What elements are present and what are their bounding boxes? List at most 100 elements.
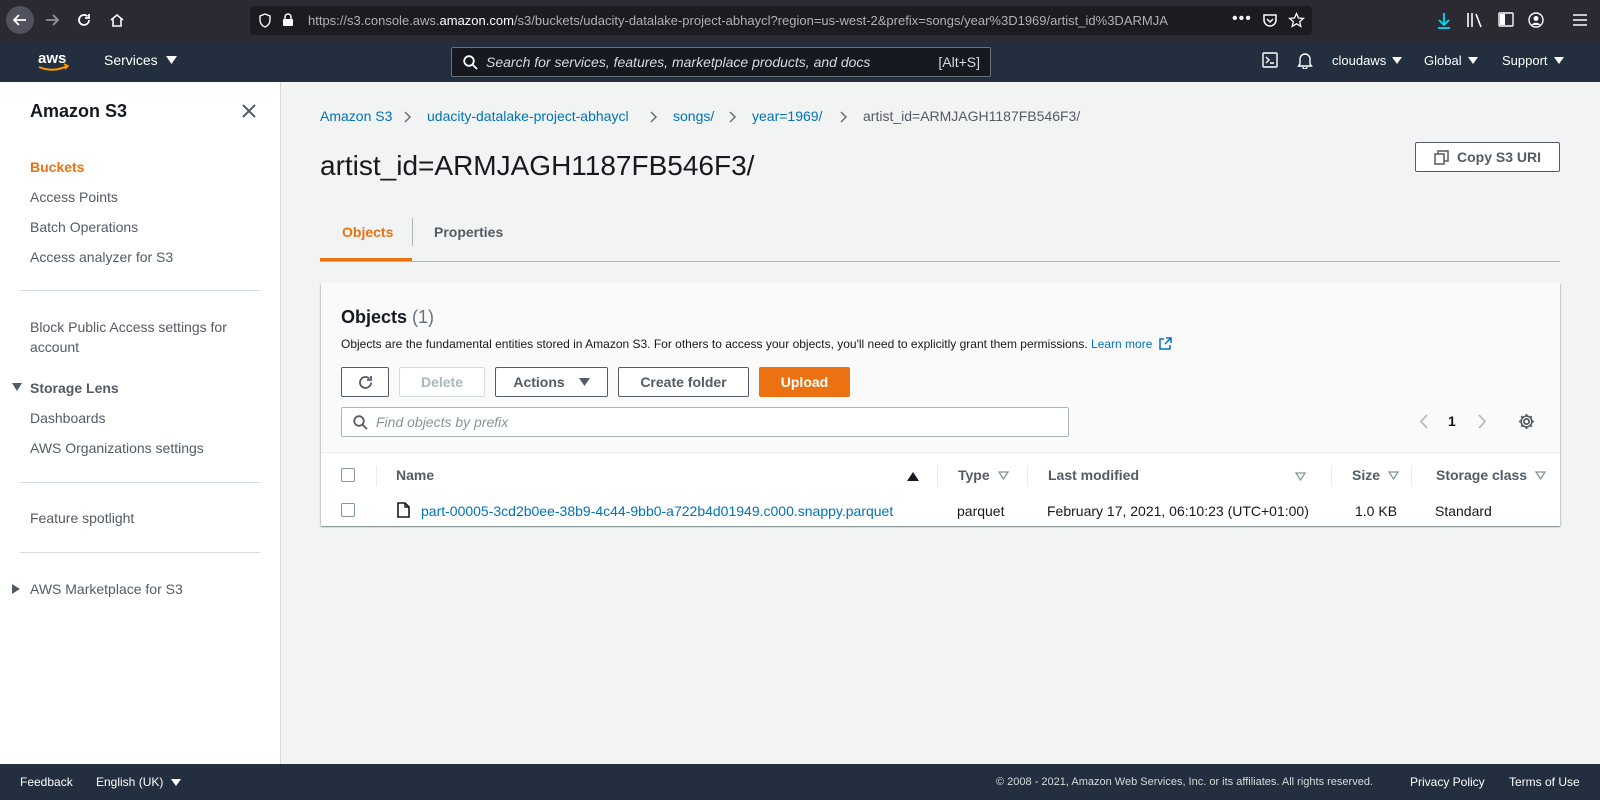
home-icon[interactable] — [103, 6, 131, 34]
svg-text:aws: aws — [38, 50, 66, 67]
sidebar-item-batch-operations[interactable]: Batch Operations — [30, 217, 138, 237]
column-header-last-modified[interactable]: Last modified — [1048, 467, 1139, 483]
next-page-icon[interactable] — [1478, 414, 1487, 429]
select-all-checkbox[interactable] — [341, 468, 355, 482]
sort-icon[interactable] — [1295, 472, 1306, 481]
sidebar-item-access-points[interactable]: Access Points — [30, 187, 118, 207]
object-storage-class: Standard — [1435, 503, 1492, 519]
back-icon[interactable] — [6, 6, 34, 34]
sidebar-item-buckets[interactable]: Buckets — [30, 157, 84, 177]
region-menu[interactable]: Global — [1424, 53, 1478, 68]
upload-button[interactable]: Upload — [759, 367, 850, 397]
sidebar-section-storage-lens[interactable]: Storage Lens — [30, 378, 119, 398]
tab-objects[interactable]: Objects — [342, 224, 393, 240]
row-checkbox[interactable] — [341, 503, 355, 517]
feedback-link[interactable]: Feedback — [20, 775, 73, 789]
account-icon[interactable] — [1528, 12, 1544, 28]
caret-down-icon — [1467, 57, 1478, 64]
settings-gear-icon[interactable] — [1518, 413, 1535, 430]
block-public-access-line2: account — [30, 339, 80, 355]
support-menu[interactable]: Support — [1502, 53, 1564, 68]
delete-button[interactable]: Delete — [399, 367, 485, 397]
breadcrumb-item[interactable]: year=1969/ — [752, 108, 822, 124]
copyright-text: © 2008 - 2021, Amazon Web Services, Inc.… — [996, 776, 1373, 788]
sort-icon — [997, 470, 1009, 480]
actions-label: Actions — [513, 374, 565, 390]
prev-page-icon[interactable] — [1419, 414, 1428, 429]
object-size: 1.0 KB — [1355, 503, 1398, 519]
url-bar[interactable]: https://s3.console.aws.amazon.com/s3/buc… — [250, 6, 1312, 35]
refresh-icon — [357, 374, 374, 391]
pocket-icon[interactable] — [1262, 13, 1278, 28]
column-header-type[interactable]: Type — [958, 467, 1009, 483]
refresh-button[interactable] — [341, 367, 389, 397]
caret-down-icon — [1553, 57, 1564, 64]
column-divider — [1411, 466, 1412, 486]
sidebar-item-block-public-access[interactable]: Block Public Access settings for account — [30, 317, 227, 357]
bookmark-star-icon[interactable] — [1288, 12, 1305, 29]
column-header-name[interactable]: Name — [396, 467, 434, 483]
breadcrumb-item[interactable]: Amazon S3 — [320, 108, 392, 124]
caret-expanded-icon[interactable] — [12, 383, 22, 391]
more-icon[interactable]: ••• — [1232, 10, 1252, 28]
account-menu[interactable]: cloudaws — [1332, 53, 1403, 68]
sidebar-toggle-icon[interactable] — [1498, 12, 1514, 27]
sidebar-item-marketplace[interactable]: AWS Marketplace for S3 — [30, 579, 183, 599]
search-icon — [353, 415, 368, 430]
cloudshell-icon[interactable] — [1262, 52, 1278, 68]
global-search-input[interactable]: Search for services, features, marketpla… — [451, 47, 991, 77]
tab-properties[interactable]: Properties — [434, 224, 503, 240]
privacy-policy-link[interactable]: Privacy Policy — [1410, 775, 1485, 789]
objects-count: (1) — [412, 307, 435, 327]
language-selector[interactable]: English (UK) — [96, 775, 182, 789]
terms-of-use-link[interactable]: Terms of Use — [1509, 775, 1580, 789]
sidebar-item-feature-spotlight[interactable]: Feature spotlight — [30, 508, 134, 528]
column-divider — [1027, 466, 1028, 486]
copy-icon — [1434, 149, 1449, 165]
breadcrumb-item[interactable]: udacity-datalake-project-abhaycl — [427, 108, 629, 124]
search-icon — [463, 55, 478, 70]
menu-icon[interactable] — [1572, 13, 1588, 27]
sort-ascending-icon[interactable] — [907, 472, 919, 481]
page-number[interactable]: 1 — [1448, 413, 1456, 429]
column-storage-class-label: Storage class — [1436, 467, 1528, 483]
download-icon[interactable] — [1436, 12, 1452, 30]
url-prefix: https://s3.console.aws. — [308, 13, 440, 28]
create-folder-button[interactable]: Create folder — [618, 367, 749, 397]
column-header-size[interactable]: Size — [1352, 467, 1400, 483]
reload-icon[interactable] — [70, 6, 98, 34]
copy-s3-uri-button[interactable]: Copy S3 URI — [1415, 142, 1560, 172]
url-path: /s3/buckets/udacity-datalake-project-abh… — [513, 13, 1168, 28]
learn-more-link[interactable]: Learn more — [1091, 337, 1152, 351]
services-menu-button[interactable]: Services — [104, 52, 177, 68]
actions-button[interactable]: Actions — [495, 367, 608, 397]
library-icon[interactable] — [1466, 12, 1484, 28]
lock-icon[interactable] — [282, 13, 294, 27]
close-icon[interactable] — [242, 104, 256, 118]
breadcrumb-item[interactable]: songs/ — [673, 108, 714, 124]
objects-description: Objects are the fundamental entities sto… — [341, 337, 1172, 351]
objects-description-text: Objects are the fundamental entities sto… — [341, 337, 1088, 351]
find-objects-input[interactable]: Find objects by prefix — [341, 407, 1069, 437]
forward-icon[interactable] — [38, 6, 66, 34]
objects-heading-label: Objects — [341, 307, 408, 327]
column-last-modified-label: Last modified — [1048, 467, 1140, 483]
sidebar-item-access-analyzer[interactable]: Access analyzer for S3 — [30, 247, 173, 267]
notifications-bell-icon[interactable] — [1297, 52, 1313, 69]
sidebar-divider — [20, 482, 260, 483]
file-icon — [397, 502, 410, 518]
caret-collapsed-icon[interactable] — [12, 584, 20, 594]
column-header-storage-class[interactable]: Storage class — [1436, 467, 1547, 483]
object-name-link[interactable]: part-00005-3cd2b0ee-38b9-4c44-9bb0-a722b… — [421, 503, 893, 519]
browser-toolbar: https://s3.console.aws.amazon.com/s3/buc… — [0, 0, 1600, 41]
column-type-label: Type — [958, 467, 990, 483]
external-link-icon[interactable] — [1158, 337, 1172, 351]
sidebar-item-org-settings[interactable]: AWS Organizations settings — [30, 438, 204, 458]
breadcrumb-current: artist_id=ARMJAGH1187FB546F3/ — [863, 108, 1081, 124]
language-label: English (UK) — [96, 775, 164, 789]
chevron-right-icon — [650, 111, 658, 123]
column-name-label: Name — [396, 467, 435, 483]
sidebar-item-dashboards[interactable]: Dashboards — [30, 408, 106, 428]
shield-icon[interactable] — [258, 13, 272, 28]
aws-logo[interactable]: aws — [36, 49, 72, 73]
